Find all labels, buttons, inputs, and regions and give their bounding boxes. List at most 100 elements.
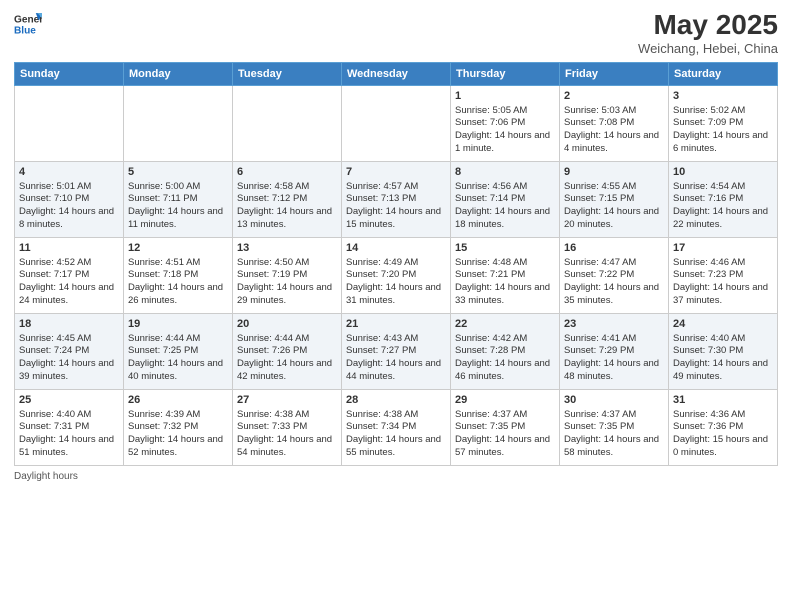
calendar-cell: 7Sunrise: 4:57 AMSunset: 7:13 PMDaylight… [342, 161, 451, 237]
cell-content: Sunset: 7:21 PM [455, 269, 555, 282]
cell-content: Sunset: 7:11 PM [128, 193, 228, 206]
cell-content: Daylight: 14 hours and 51 minutes. [19, 434, 119, 460]
day-number: 5 [128, 165, 228, 180]
logo: General Blue [14, 10, 42, 38]
cell-content: Daylight: 14 hours and 11 minutes. [128, 206, 228, 232]
day-header-saturday: Saturday [669, 62, 778, 85]
cell-content: Sunrise: 5:05 AM [455, 105, 555, 118]
cell-content: Daylight: 14 hours and 40 minutes. [128, 358, 228, 384]
cell-content: Daylight: 14 hours and 54 minutes. [237, 434, 337, 460]
cell-content: Sunset: 7:12 PM [237, 193, 337, 206]
calendar-cell: 11Sunrise: 4:52 AMSunset: 7:17 PMDayligh… [15, 237, 124, 313]
calendar-cell: 9Sunrise: 4:55 AMSunset: 7:15 PMDaylight… [560, 161, 669, 237]
cell-content: Sunrise: 4:42 AM [455, 333, 555, 346]
cell-content: Daylight: 14 hours and 31 minutes. [346, 282, 446, 308]
day-number: 20 [237, 317, 337, 332]
cell-content: Sunrise: 4:54 AM [673, 181, 773, 194]
day-number: 30 [564, 393, 664, 408]
cell-content: Sunset: 7:06 PM [455, 117, 555, 130]
cell-content: Sunrise: 4:38 AM [237, 409, 337, 422]
cell-content: Daylight: 14 hours and 48 minutes. [564, 358, 664, 384]
cell-content: Daylight: 14 hours and 57 minutes. [455, 434, 555, 460]
svg-text:Blue: Blue [14, 25, 36, 36]
cell-content: Daylight: 14 hours and 39 minutes. [19, 358, 119, 384]
day-number: 15 [455, 241, 555, 256]
cell-content: Sunset: 7:26 PM [237, 345, 337, 358]
cell-content: Sunrise: 4:51 AM [128, 257, 228, 270]
calendar-cell: 8Sunrise: 4:56 AMSunset: 7:14 PMDaylight… [451, 161, 560, 237]
cell-content: Daylight: 14 hours and 22 minutes. [673, 206, 773, 232]
cell-content: Sunset: 7:24 PM [19, 345, 119, 358]
cell-content: Sunset: 7:17 PM [19, 269, 119, 282]
cell-content: Daylight: 14 hours and 18 minutes. [455, 206, 555, 232]
day-number: 19 [128, 317, 228, 332]
cell-content: Sunrise: 5:00 AM [128, 181, 228, 194]
day-number: 12 [128, 241, 228, 256]
day-number: 17 [673, 241, 773, 256]
cell-content: Sunset: 7:18 PM [128, 269, 228, 282]
cell-content: Sunset: 7:14 PM [455, 193, 555, 206]
day-number: 22 [455, 317, 555, 332]
calendar-cell: 22Sunrise: 4:42 AMSunset: 7:28 PMDayligh… [451, 313, 560, 389]
day-number: 3 [673, 89, 773, 104]
day-number: 28 [346, 393, 446, 408]
cell-content: Daylight: 14 hours and 49 minutes. [673, 358, 773, 384]
calendar-cell: 30Sunrise: 4:37 AMSunset: 7:35 PMDayligh… [560, 389, 669, 465]
header: General Blue May 2025 Weichang, Hebei, C… [14, 10, 778, 56]
day-header-monday: Monday [124, 62, 233, 85]
cell-content: Daylight: 14 hours and 4 minutes. [564, 130, 664, 156]
cell-content: Sunrise: 4:40 AM [673, 333, 773, 346]
cell-content: Sunset: 7:30 PM [673, 345, 773, 358]
cell-content: Sunset: 7:35 PM [564, 421, 664, 434]
week-row-5: 25Sunrise: 4:40 AMSunset: 7:31 PMDayligh… [15, 389, 778, 465]
day-number: 14 [346, 241, 446, 256]
daylight-hours-label: Daylight hours [14, 471, 78, 482]
cell-content: Daylight: 14 hours and 8 minutes. [19, 206, 119, 232]
cell-content: Daylight: 14 hours and 52 minutes. [128, 434, 228, 460]
day-number: 26 [128, 393, 228, 408]
cell-content: Daylight: 14 hours and 58 minutes. [564, 434, 664, 460]
cell-content: Daylight: 15 hours and 0 minutes. [673, 434, 773, 460]
day-header-tuesday: Tuesday [233, 62, 342, 85]
cell-content: Sunrise: 4:57 AM [346, 181, 446, 194]
cell-content: Sunrise: 5:03 AM [564, 105, 664, 118]
calendar-cell: 19Sunrise: 4:44 AMSunset: 7:25 PMDayligh… [124, 313, 233, 389]
title-block: May 2025 Weichang, Hebei, China [638, 10, 778, 56]
page-container: General Blue May 2025 Weichang, Hebei, C… [0, 0, 792, 612]
cell-content: Sunrise: 4:48 AM [455, 257, 555, 270]
calendar-cell [124, 85, 233, 161]
calendar-cell: 27Sunrise: 4:38 AMSunset: 7:33 PMDayligh… [233, 389, 342, 465]
week-row-2: 4Sunrise: 5:01 AMSunset: 7:10 PMDaylight… [15, 161, 778, 237]
day-number: 29 [455, 393, 555, 408]
day-header-friday: Friday [560, 62, 669, 85]
calendar-cell: 4Sunrise: 5:01 AMSunset: 7:10 PMDaylight… [15, 161, 124, 237]
cell-content: Sunset: 7:13 PM [346, 193, 446, 206]
calendar-cell: 24Sunrise: 4:40 AMSunset: 7:30 PMDayligh… [669, 313, 778, 389]
day-number: 9 [564, 165, 664, 180]
day-number: 16 [564, 241, 664, 256]
cell-content: Sunset: 7:25 PM [128, 345, 228, 358]
calendar-cell: 5Sunrise: 5:00 AMSunset: 7:11 PMDaylight… [124, 161, 233, 237]
cell-content: Sunrise: 4:49 AM [346, 257, 446, 270]
cell-content: Sunrise: 4:43 AM [346, 333, 446, 346]
day-number: 27 [237, 393, 337, 408]
cell-content: Sunset: 7:23 PM [673, 269, 773, 282]
location-title: Weichang, Hebei, China [638, 41, 778, 56]
calendar-cell: 15Sunrise: 4:48 AMSunset: 7:21 PMDayligh… [451, 237, 560, 313]
cell-content: Sunrise: 4:55 AM [564, 181, 664, 194]
logo-icon: General Blue [14, 10, 42, 38]
cell-content: Daylight: 14 hours and 1 minute. [455, 130, 555, 156]
day-number: 25 [19, 393, 119, 408]
calendar-cell [342, 85, 451, 161]
cell-content: Sunset: 7:33 PM [237, 421, 337, 434]
calendar-cell: 29Sunrise: 4:37 AMSunset: 7:35 PMDayligh… [451, 389, 560, 465]
cell-content: Sunset: 7:35 PM [455, 421, 555, 434]
cell-content: Daylight: 14 hours and 55 minutes. [346, 434, 446, 460]
cell-content: Sunrise: 4:44 AM [128, 333, 228, 346]
cell-content: Sunset: 7:28 PM [455, 345, 555, 358]
calendar-cell: 6Sunrise: 4:58 AMSunset: 7:12 PMDaylight… [233, 161, 342, 237]
cell-content: Sunset: 7:19 PM [237, 269, 337, 282]
cell-content: Sunrise: 4:36 AM [673, 409, 773, 422]
calendar-cell: 16Sunrise: 4:47 AMSunset: 7:22 PMDayligh… [560, 237, 669, 313]
cell-content: Sunrise: 4:38 AM [346, 409, 446, 422]
